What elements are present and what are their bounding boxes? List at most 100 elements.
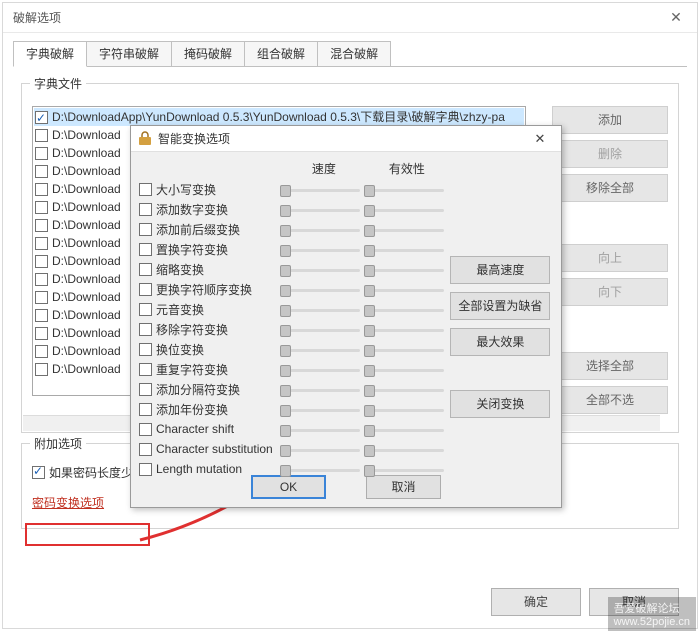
file-checkbox[interactable] bbox=[35, 111, 48, 124]
transform-check-item[interactable]: 添加前后缀变换 bbox=[139, 220, 282, 238]
move-up-button[interactable]: 向上 bbox=[552, 244, 668, 272]
speed-slider[interactable] bbox=[282, 283, 360, 297]
speed-slider[interactable] bbox=[282, 223, 360, 237]
select-all-button[interactable]: 选择全部 bbox=[552, 352, 668, 380]
effectiveness-slider[interactable] bbox=[366, 363, 444, 377]
effectiveness-slider[interactable] bbox=[366, 403, 444, 417]
default-all-button[interactable]: 全部设置为缺省 bbox=[450, 292, 550, 320]
speed-slider[interactable] bbox=[282, 243, 360, 257]
file-checkbox[interactable] bbox=[35, 309, 48, 322]
file-checkbox[interactable] bbox=[35, 165, 48, 178]
effectiveness-slider[interactable] bbox=[366, 383, 444, 397]
transform-checkbox[interactable] bbox=[139, 303, 152, 316]
transform-check-item[interactable]: 添加年份变换 bbox=[139, 400, 282, 418]
speed-slider[interactable] bbox=[282, 383, 360, 397]
file-checkbox[interactable] bbox=[35, 183, 48, 196]
transform-checkbox[interactable] bbox=[139, 383, 152, 396]
speed-slider[interactable] bbox=[282, 263, 360, 277]
transform-checkbox[interactable] bbox=[139, 363, 152, 376]
effectiveness-slider[interactable] bbox=[366, 343, 444, 357]
transform-checkbox[interactable] bbox=[139, 463, 152, 476]
move-down-button[interactable]: 向下 bbox=[552, 278, 668, 306]
transform-check-item[interactable]: 移除字符变换 bbox=[139, 320, 282, 338]
tab-combine[interactable]: 组合破解 bbox=[244, 41, 318, 67]
transform-checkbox[interactable] bbox=[139, 203, 152, 216]
speed-slider[interactable] bbox=[282, 203, 360, 217]
file-checkbox[interactable] bbox=[35, 147, 48, 160]
close-transform-button[interactable]: 关闭变换 bbox=[450, 390, 550, 418]
transform-checkbox[interactable] bbox=[139, 263, 152, 276]
transform-check-item[interactable]: Character shift bbox=[139, 420, 282, 438]
effectiveness-slider[interactable] bbox=[366, 263, 444, 277]
transform-check-item[interactable]: 置换字符变换 bbox=[139, 240, 282, 258]
effectiveness-slider[interactable] bbox=[366, 443, 444, 457]
transform-check-item[interactable]: 换位变换 bbox=[139, 340, 282, 358]
transform-checkbox[interactable] bbox=[139, 443, 152, 456]
speed-slider[interactable] bbox=[282, 363, 360, 377]
tab-mask[interactable]: 掩码破解 bbox=[171, 41, 245, 67]
effectiveness-slider[interactable] bbox=[366, 283, 444, 297]
speed-slider[interactable] bbox=[282, 183, 360, 197]
speed-slider[interactable] bbox=[282, 323, 360, 337]
file-list-item[interactable]: D:\DownloadApp\YunDownload 0.5.3\YunDown… bbox=[34, 108, 524, 126]
dictionary-files-label: 字典文件 bbox=[30, 75, 86, 92]
skip-length-checkbox[interactable] bbox=[32, 466, 45, 479]
file-checkbox[interactable] bbox=[35, 237, 48, 250]
effectiveness-slider[interactable] bbox=[366, 463, 444, 477]
transform-check-item[interactable]: 添加数字变换 bbox=[139, 200, 282, 218]
effectiveness-slider[interactable] bbox=[366, 203, 444, 217]
transform-check-item[interactable]: 更换字符顺序变换 bbox=[139, 280, 282, 298]
max-speed-button[interactable]: 最高速度 bbox=[450, 256, 550, 284]
file-checkbox[interactable] bbox=[35, 129, 48, 142]
transform-check-item[interactable]: 缩略变换 bbox=[139, 260, 282, 278]
file-checkbox[interactable] bbox=[35, 291, 48, 304]
transform-check-item[interactable]: 大小写变换 bbox=[139, 180, 282, 198]
main-close-button[interactable]: ✕ bbox=[655, 3, 697, 32]
effectiveness-slider[interactable] bbox=[366, 303, 444, 317]
file-checkbox[interactable] bbox=[35, 327, 48, 340]
file-path-label: D:\Download bbox=[52, 306, 121, 324]
max-effect-button[interactable]: 最大效果 bbox=[450, 328, 550, 356]
main-ok-button[interactable]: 确定 bbox=[491, 588, 581, 616]
file-checkbox[interactable] bbox=[35, 273, 48, 286]
password-transform-link[interactable]: 密码变换选项 bbox=[32, 494, 104, 511]
file-checkbox[interactable] bbox=[35, 345, 48, 358]
transform-check-item[interactable]: 添加分隔符变换 bbox=[139, 380, 282, 398]
effectiveness-slider[interactable] bbox=[366, 243, 444, 257]
modal-close-button[interactable]: ✕ bbox=[525, 131, 555, 147]
effectiveness-slider[interactable] bbox=[366, 223, 444, 237]
effectiveness-slider[interactable] bbox=[366, 323, 444, 337]
speed-slider[interactable] bbox=[282, 443, 360, 457]
speed-slider[interactable] bbox=[282, 343, 360, 357]
transform-checkbox[interactable] bbox=[139, 323, 152, 336]
speed-slider[interactable] bbox=[282, 303, 360, 317]
tab-mixed[interactable]: 混合破解 bbox=[317, 41, 391, 67]
delete-button[interactable]: 删除 bbox=[552, 140, 668, 168]
add-button[interactable]: 添加 bbox=[552, 106, 668, 134]
transform-checkbox[interactable] bbox=[139, 423, 152, 436]
file-checkbox[interactable] bbox=[35, 363, 48, 376]
file-checkbox[interactable] bbox=[35, 255, 48, 268]
transform-checkbox[interactable] bbox=[139, 343, 152, 356]
file-checkbox[interactable] bbox=[35, 201, 48, 214]
tab-string[interactable]: 字符串破解 bbox=[86, 41, 172, 67]
transform-check-item[interactable]: Character substitution bbox=[139, 440, 282, 458]
transform-checkbox[interactable] bbox=[139, 223, 152, 236]
transform-checkbox[interactable] bbox=[139, 183, 152, 196]
tab-dictionary[interactable]: 字典破解 bbox=[13, 41, 87, 67]
effectiveness-slider[interactable] bbox=[366, 423, 444, 437]
select-none-button[interactable]: 全部不选 bbox=[552, 386, 668, 414]
file-checkbox[interactable] bbox=[35, 219, 48, 232]
remove-all-button[interactable]: 移除全部 bbox=[552, 174, 668, 202]
effectiveness-slider[interactable] bbox=[366, 183, 444, 197]
speed-slider[interactable] bbox=[282, 463, 360, 477]
speed-slider[interactable] bbox=[282, 403, 360, 417]
transform-check-item[interactable]: 元音变换 bbox=[139, 300, 282, 318]
modal-cancel-button[interactable]: 取消 bbox=[366, 475, 441, 499]
modal-ok-button[interactable]: OK bbox=[251, 475, 326, 499]
transform-check-item[interactable]: 重复字符变换 bbox=[139, 360, 282, 378]
transform-checkbox[interactable] bbox=[139, 403, 152, 416]
transform-checkbox[interactable] bbox=[139, 243, 152, 256]
transform-checkbox[interactable] bbox=[139, 283, 152, 296]
speed-slider[interactable] bbox=[282, 423, 360, 437]
